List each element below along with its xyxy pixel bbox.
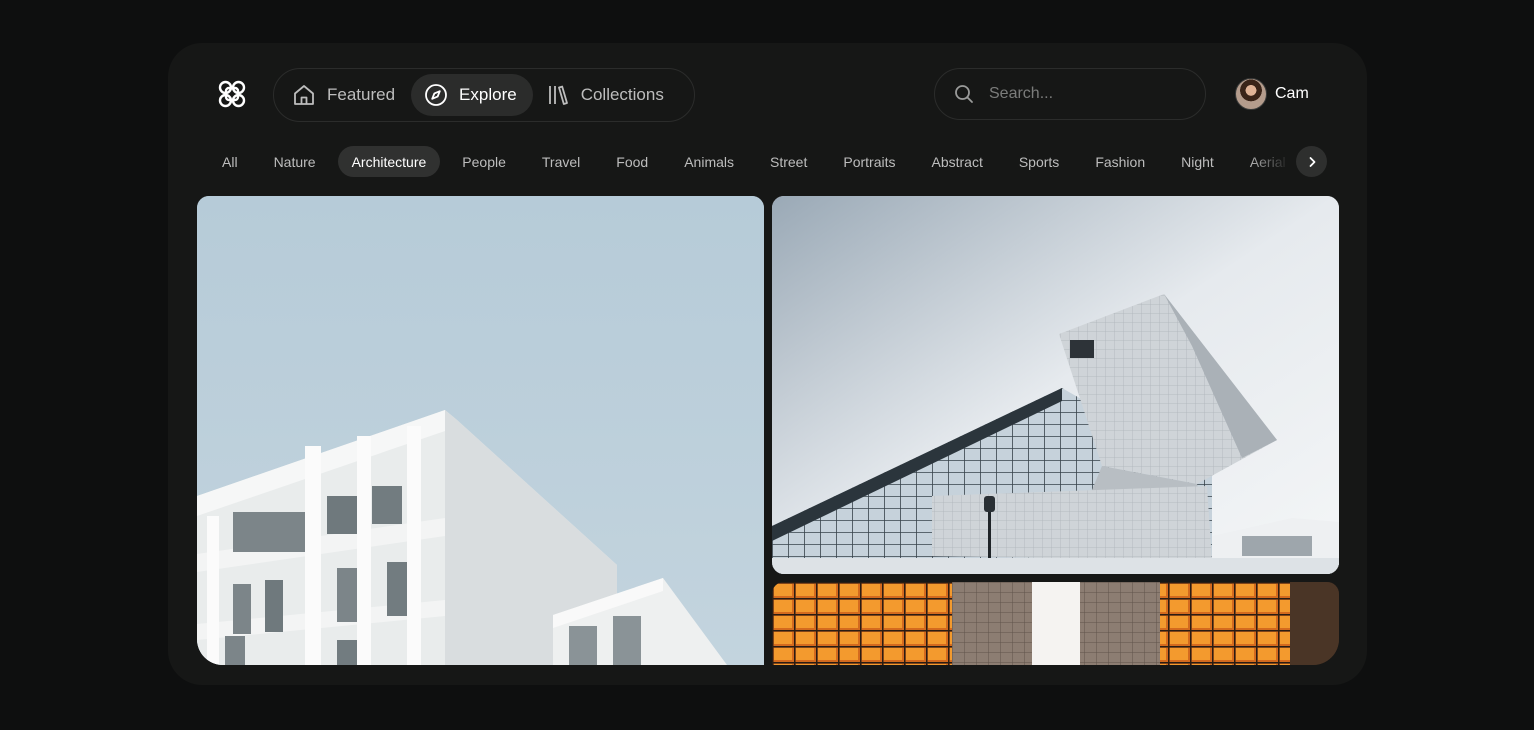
- search-bar[interactable]: [934, 68, 1206, 120]
- app-card: Featured Explore Collections Search... C…: [168, 43, 1367, 685]
- category-sports[interactable]: Sports: [1005, 146, 1073, 177]
- category-nature[interactable]: Nature: [260, 146, 330, 177]
- search-input[interactable]: [989, 85, 1179, 103]
- nav-featured-label: Featured: [327, 85, 396, 104]
- nav-explore[interactable]: Explore: [411, 74, 533, 116]
- photo-white-building[interactable]: [197, 196, 764, 665]
- nav-collections-label: Collections: [580, 85, 664, 104]
- nav-featured[interactable]: Featured: [279, 74, 411, 116]
- avatar[interactable]: [1235, 78, 1267, 110]
- photo-glowing-towers[interactable]: [772, 582, 1339, 665]
- category-architecture[interactable]: Architecture: [337, 146, 441, 177]
- category-travel[interactable]: Travel: [528, 146, 594, 177]
- photo-angular-building[interactable]: [772, 196, 1339, 574]
- category-all[interactable]: All: [208, 146, 252, 177]
- user-name: Cam: [1275, 85, 1309, 102]
- chevron-right-icon[interactable]: [1296, 146, 1327, 177]
- user-menu[interactable]: Cam: [1235, 78, 1309, 110]
- search-icon: [953, 83, 975, 105]
- category-food[interactable]: Food: [602, 146, 662, 177]
- main-nav: Featured Explore Collections: [273, 68, 695, 122]
- nav-collections[interactable]: Collections: [533, 74, 680, 116]
- category-bar: All Nature Architecture People Travel Food Ani…: [208, 146, 1328, 178]
- compass-icon: [423, 82, 449, 108]
- library-icon: [545, 82, 571, 108]
- category-portraits[interactable]: Portraits: [829, 146, 909, 177]
- category-animals[interactable]: Animals: [670, 146, 748, 177]
- home-icon: [291, 82, 317, 108]
- category-street[interactable]: Street: [756, 146, 821, 177]
- flower-logo-icon[interactable]: [216, 78, 248, 110]
- category-people[interactable]: People: [448, 146, 520, 177]
- category-fashion[interactable]: Fashion: [1081, 146, 1159, 177]
- nav-explore-label: Explore: [459, 85, 517, 104]
- category-track: All Nature Architecture People Travel Food Ani…: [208, 146, 1328, 177]
- category-abstract[interactable]: Abstract: [917, 146, 996, 177]
- category-night[interactable]: Night: [1167, 146, 1228, 177]
